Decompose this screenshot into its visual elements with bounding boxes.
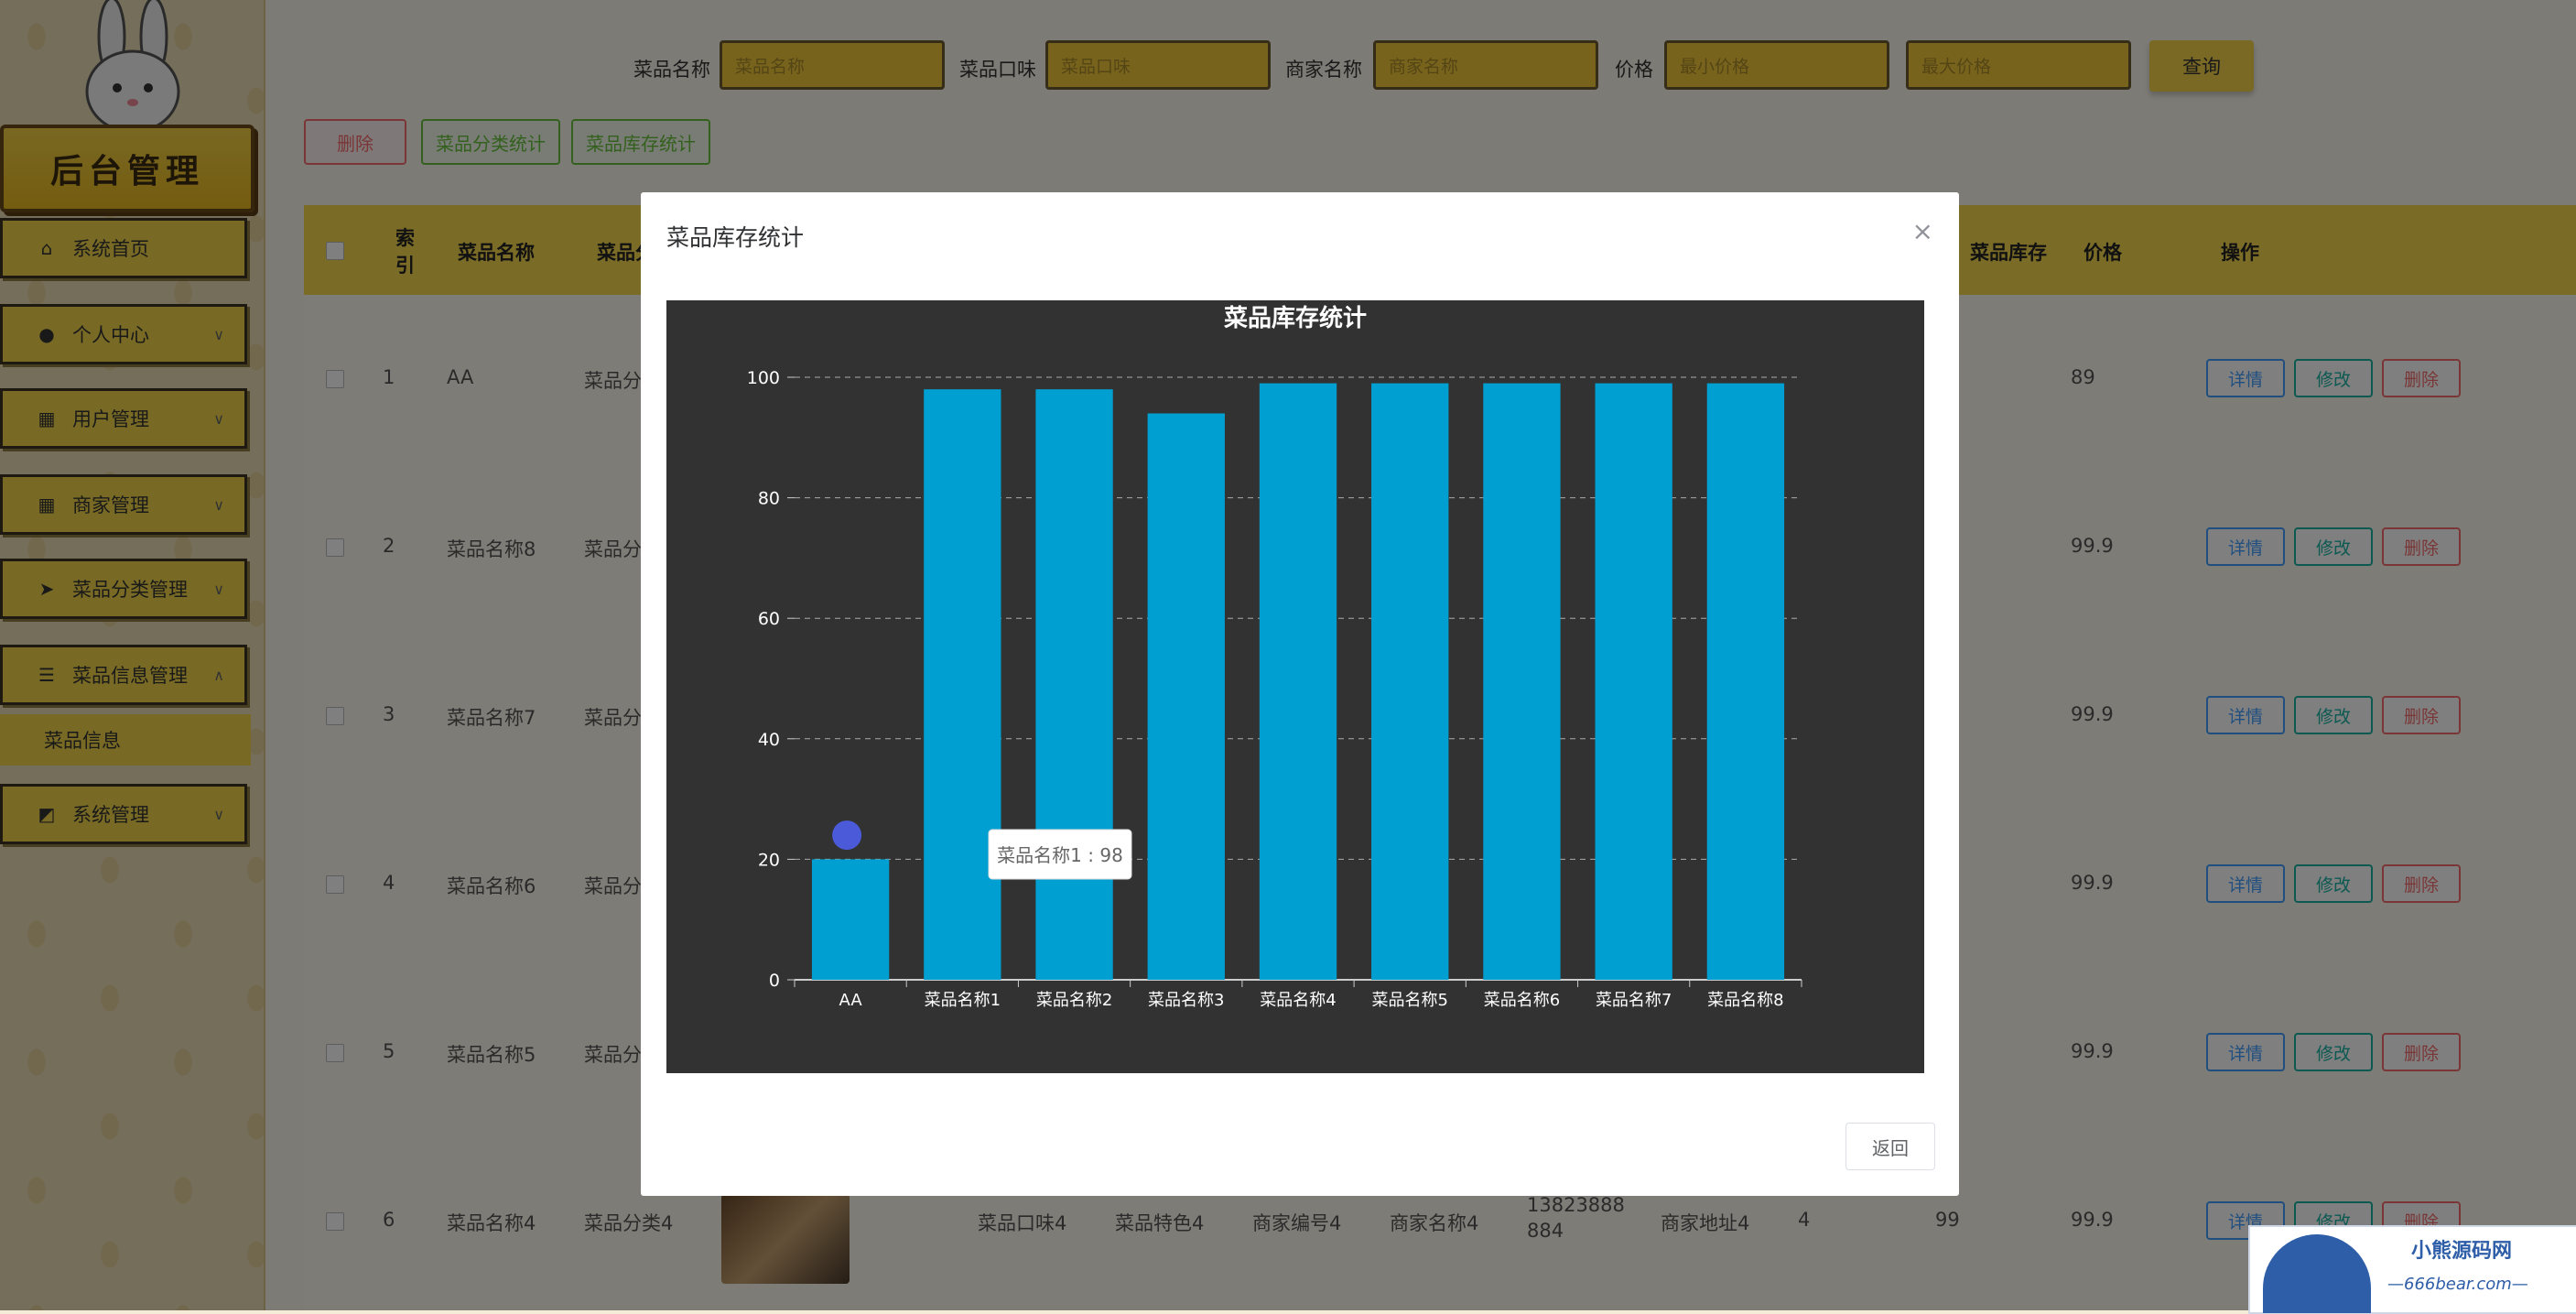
x-tick-label: AA xyxy=(839,991,863,1010)
x-tick-label: 菜品名称6 xyxy=(1484,991,1560,1010)
x-tick-label: 菜品名称3 xyxy=(1148,991,1224,1010)
bear-logo-icon xyxy=(2263,1234,2371,1313)
y-tick-label: 100 xyxy=(747,368,780,388)
x-tick-label: 菜品名称2 xyxy=(1036,991,1112,1010)
x-tick-label: 菜品名称8 xyxy=(1707,991,1783,1010)
bar xyxy=(924,389,1001,980)
bar xyxy=(1706,383,1785,980)
bar xyxy=(1483,383,1561,980)
bar xyxy=(1035,389,1113,980)
watermark-line1: 小熊源码网 xyxy=(2411,1240,2513,1263)
x-tick-label: 菜品名称7 xyxy=(1596,991,1672,1010)
x-tick-label: 菜品名称1 xyxy=(925,991,1001,1010)
y-tick-label: 40 xyxy=(758,730,780,750)
bar xyxy=(1371,383,1449,980)
y-tick-label: 0 xyxy=(769,971,780,991)
x-tick-label: 菜品名称5 xyxy=(1371,991,1447,1010)
stock-stats-dialog: 菜品库存统计 × 菜品库存统计 0 20 40 60 80 100 AA 菜品名称1 菜品名称2 菜… xyxy=(641,192,1959,1196)
tooltip-text: 菜品名称1 : 98 xyxy=(997,844,1123,866)
bar xyxy=(1595,383,1672,980)
dialog-title: 菜品库存统计 xyxy=(666,224,805,251)
close-icon[interactable]: × xyxy=(1912,216,1933,246)
x-tick-label: 菜品名称4 xyxy=(1260,991,1336,1010)
return-button[interactable]: 返回 xyxy=(1845,1123,1935,1170)
bar xyxy=(1259,383,1337,980)
bar xyxy=(811,859,890,980)
bar xyxy=(1147,413,1225,981)
hover-cursor xyxy=(832,820,862,851)
chart-title: 菜品库存统计 xyxy=(1223,304,1367,332)
watermark-line2: —666bear.com— xyxy=(2387,1275,2528,1294)
stock-bar-chart: 菜品库存统计 0 20 40 60 80 100 AA 菜品名称1 菜品名称2 菜品名称3 菜品名称4… xyxy=(747,304,1802,1010)
y-tick-label: 60 xyxy=(758,609,780,629)
watermark-badge: 小熊源码网 —666bear.com— xyxy=(2248,1225,2576,1314)
y-tick-label: 20 xyxy=(758,850,780,870)
y-tick-label: 80 xyxy=(758,489,780,509)
chart-container: 菜品库存统计 0 20 40 60 80 100 AA 菜品名称1 菜品名称2 菜品名称3 菜品名称4… xyxy=(666,300,1924,1073)
